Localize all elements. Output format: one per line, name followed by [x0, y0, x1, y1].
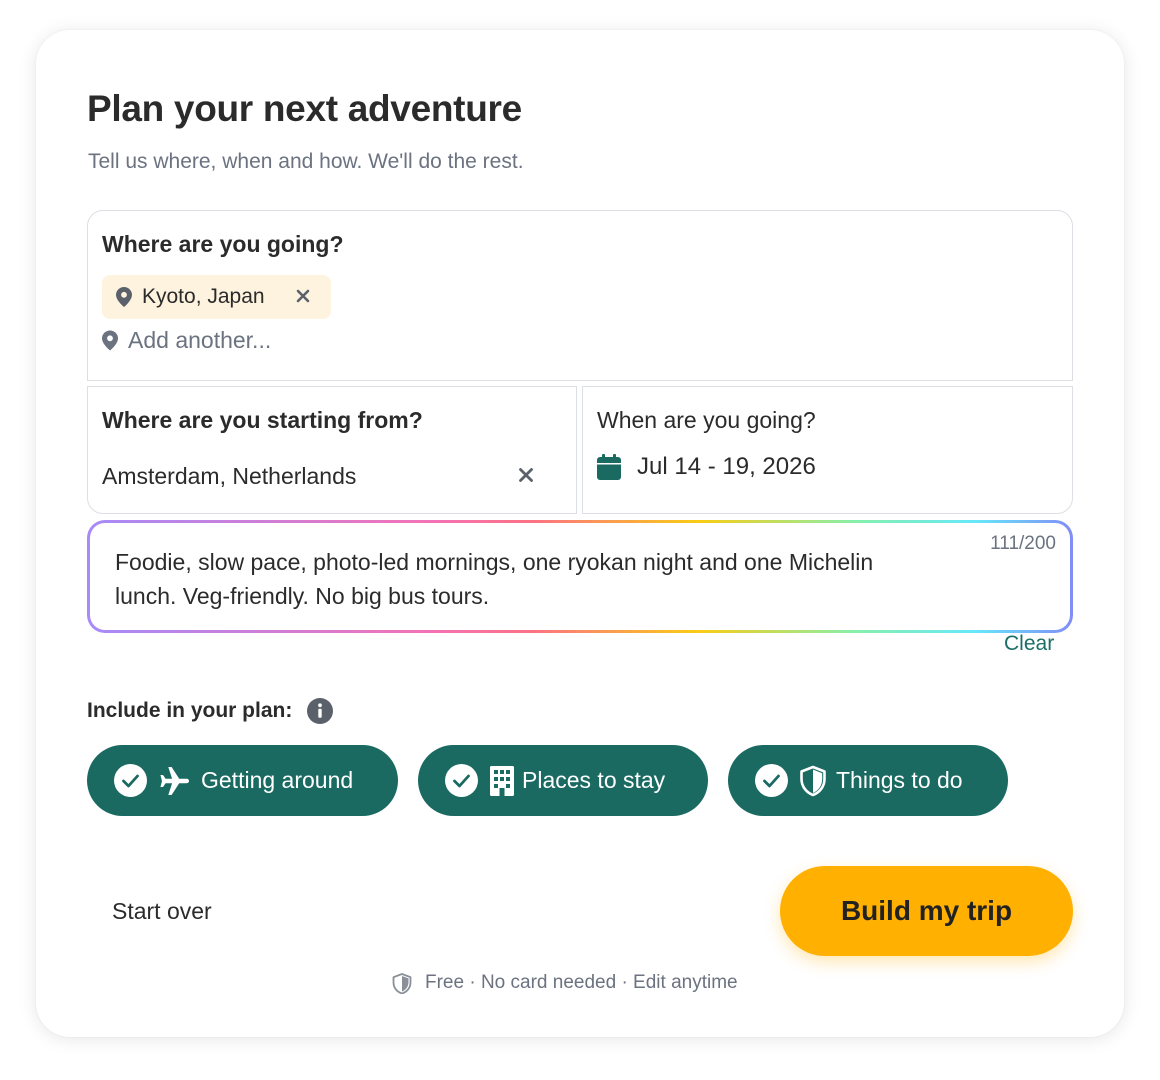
trip-planner-card: Plan your next adventure Tell us where, …	[36, 30, 1124, 1037]
add-destination-input[interactable]	[128, 327, 628, 354]
destination-label: Where are you going?	[102, 231, 344, 257]
character-counter: 111/200	[990, 533, 1056, 554]
add-destination-row	[102, 327, 628, 354]
preferences-text: Foodie, slow pace, photo-led mornings, o…	[115, 549, 874, 609]
airplane-icon	[160, 766, 189, 795]
option-things-to-do[interactable]: Things to do	[728, 745, 1008, 816]
shield-icon	[800, 765, 826, 796]
option-getting-around[interactable]: Getting around	[87, 745, 398, 816]
option-label: Places to stay	[522, 767, 666, 793]
info-icon[interactable]	[307, 698, 334, 724]
clear-origin-icon[interactable]	[518, 467, 534, 483]
clear-preferences-link[interactable]: Clear	[1004, 632, 1054, 656]
include-section-label: Include in your plan:	[87, 698, 334, 724]
calendar-icon	[597, 454, 621, 480]
destination-field: Where are you going? Kyoto, Japan	[87, 210, 1073, 381]
dates-label: When are you going?	[597, 407, 816, 433]
destination-chip-label: Kyoto, Japan	[142, 285, 265, 308]
option-label: Getting around	[201, 767, 354, 793]
footer-note: Free · No card needed · Edit anytime	[392, 972, 738, 994]
include-label-text: Include in your plan:	[87, 699, 293, 722]
page-subtitle: Tell us where, when and how. We'll do th…	[88, 150, 524, 173]
origin-value: Amsterdam, Netherlands	[102, 463, 357, 489]
dates-field[interactable]: When are you going? Jul 14 - 19, 2026	[582, 386, 1073, 514]
checkbox-checked-icon	[755, 764, 788, 797]
option-places-to-stay[interactable]: Places to stay	[418, 745, 708, 816]
page-title: Plan your next adventure	[87, 88, 522, 129]
map-pin-icon	[102, 330, 118, 351]
origin-field[interactable]: Where are you starting from? Amsterdam, …	[87, 386, 577, 514]
shield-icon	[392, 972, 412, 994]
dates-value-row: Jul 14 - 19, 2026	[597, 453, 816, 481]
building-icon	[490, 765, 514, 796]
dates-value: Jul 14 - 19, 2026	[637, 453, 816, 480]
preferences-textarea-border: Foodie, slow pace, photo-led mornings, o…	[87, 520, 1073, 633]
preferences-textarea[interactable]: Foodie, slow pace, photo-led mornings, o…	[90, 523, 1070, 630]
start-over-button[interactable]: Start over	[112, 898, 212, 925]
footer-note-text: Free · No card needed · Edit anytime	[425, 972, 738, 993]
checkbox-checked-icon	[445, 764, 478, 797]
origin-label: Where are you starting from?	[102, 407, 423, 433]
destination-chip[interactable]: Kyoto, Japan	[102, 275, 331, 319]
option-label: Things to do	[836, 767, 963, 793]
checkbox-checked-icon	[114, 764, 147, 797]
build-trip-button[interactable]: Build my trip	[780, 866, 1073, 956]
remove-chip-icon[interactable]	[295, 288, 311, 304]
map-pin-icon	[116, 287, 132, 307]
